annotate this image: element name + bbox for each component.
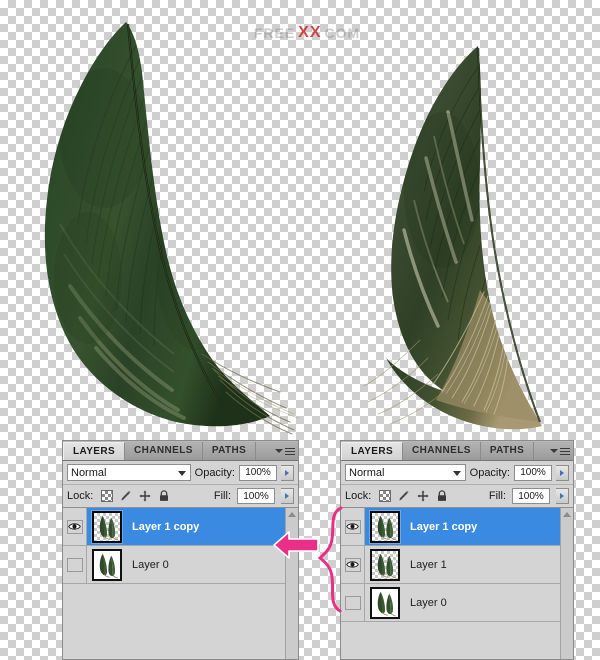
lock-transparency-icon[interactable] bbox=[379, 490, 392, 502]
lock-position-icon[interactable] bbox=[417, 490, 429, 502]
layer-thumbnail[interactable] bbox=[370, 510, 400, 543]
opacity-label: Opacity: bbox=[194, 466, 235, 479]
table-row[interactable]: Layer 0 bbox=[63, 546, 298, 584]
eye-icon[interactable] bbox=[66, 519, 83, 534]
lock-label: Lock: bbox=[345, 490, 372, 502]
layer-thumbnail[interactable] bbox=[92, 548, 122, 581]
watermark-right: COM bbox=[324, 25, 361, 41]
layer-name: Layer 1 bbox=[410, 558, 447, 571]
panel-tabbar[interactable]: LAYERS CHANNELS PATHS bbox=[341, 441, 573, 461]
lock-row[interactable]: Lock: Fill: 100% bbox=[341, 485, 573, 508]
blend-mode-row[interactable]: Normal Opacity: 100% bbox=[341, 461, 573, 485]
tab-layers[interactable]: LAYERS bbox=[63, 442, 126, 460]
layers-scrollbar[interactable] bbox=[560, 508, 573, 659]
layer-name: Layer 0 bbox=[132, 558, 169, 571]
tabbar-filler bbox=[256, 442, 272, 460]
blend-mode-select[interactable]: Normal bbox=[67, 464, 191, 481]
layer-thumbnail[interactable] bbox=[370, 548, 400, 581]
pink-left-arrow-icon bbox=[272, 528, 320, 562]
scroll-up-icon[interactable] bbox=[288, 512, 296, 517]
panel-menu-icon[interactable] bbox=[272, 442, 298, 460]
lock-label: Lock: bbox=[67, 490, 94, 502]
chevron-down-icon bbox=[452, 470, 461, 476]
chevron-down-icon bbox=[275, 449, 283, 453]
table-row[interactable]: Layer 1 bbox=[341, 546, 573, 584]
fill-slider-button[interactable] bbox=[281, 488, 294, 504]
panel-tabbar[interactable]: LAYERS CHANNELS PATHS bbox=[63, 441, 298, 461]
layer-thumbnail[interactable] bbox=[370, 586, 400, 619]
blend-mode-value: Normal bbox=[349, 466, 385, 479]
fill-input[interactable]: 100% bbox=[512, 488, 550, 504]
panel-menu-icon[interactable] bbox=[547, 442, 573, 460]
table-row[interactable]: Layer 1 copy bbox=[341, 508, 573, 546]
visibility-cell[interactable] bbox=[63, 508, 87, 545]
blend-mode-select[interactable]: Normal bbox=[345, 464, 466, 481]
hamburger-icon bbox=[285, 447, 295, 455]
visibility-cell[interactable] bbox=[63, 546, 87, 583]
lock-image-icon[interactable] bbox=[398, 490, 410, 502]
lock-all-icon[interactable] bbox=[436, 490, 448, 502]
tab-layers[interactable]: LAYERS bbox=[341, 442, 404, 460]
eye-icon-off[interactable] bbox=[66, 557, 83, 572]
layers-list-after[interactable]: Layer 1 copy Layer 1 Layer 0 bbox=[341, 508, 573, 659]
opacity-slider-button[interactable] bbox=[556, 464, 569, 481]
fill-input[interactable]: 100% bbox=[237, 488, 275, 504]
tab-channels[interactable]: CHANNELS bbox=[403, 442, 481, 460]
table-row[interactable]: Layer 0 bbox=[341, 584, 573, 622]
fill-slider-button[interactable] bbox=[556, 488, 569, 504]
tab-channels[interactable]: CHANNELS bbox=[125, 442, 203, 460]
fill-label: Fill: bbox=[213, 490, 231, 502]
lock-image-icon[interactable] bbox=[120, 490, 132, 502]
blend-mode-row[interactable]: Normal Opacity: 100% bbox=[63, 461, 298, 485]
lock-all-icon[interactable] bbox=[158, 490, 170, 502]
chevron-down-icon bbox=[550, 449, 558, 453]
scroll-up-icon[interactable] bbox=[563, 512, 571, 517]
chevron-down-icon bbox=[177, 470, 186, 476]
opacity-input[interactable]: 100% bbox=[239, 464, 277, 481]
tabbar-filler bbox=[534, 442, 547, 460]
opacity-label: Opacity: bbox=[469, 466, 510, 479]
feather-left-image bbox=[8, 18, 300, 438]
layers-list-before[interactable]: Layer 1 copy Layer 0 bbox=[63, 508, 298, 659]
opacity-input[interactable]: 100% bbox=[514, 464, 552, 481]
opacity-slider-button[interactable] bbox=[281, 464, 294, 481]
layer-name: Layer 1 copy bbox=[410, 520, 478, 533]
lock-row[interactable]: Lock: Fill: 100% bbox=[63, 485, 298, 508]
table-row[interactable]: Layer 1 copy bbox=[63, 508, 298, 546]
lock-position-icon[interactable] bbox=[139, 490, 151, 502]
feather-right-image bbox=[330, 40, 580, 440]
lock-transparency-icon[interactable] bbox=[101, 490, 114, 502]
layer-name: Layer 0 bbox=[410, 596, 447, 609]
blend-mode-value: Normal bbox=[71, 466, 107, 479]
tab-paths[interactable]: PATHS bbox=[480, 442, 535, 460]
fill-label: Fill: bbox=[488, 490, 506, 502]
layers-panel-before[interactable]: LAYERS CHANNELS PATHS Normal Opacity: 10… bbox=[62, 440, 299, 660]
pink-curly-brace-icon bbox=[317, 505, 348, 615]
layers-panel-after[interactable]: LAYERS CHANNELS PATHS Normal Opacity: 10… bbox=[340, 440, 574, 660]
hamburger-icon bbox=[560, 447, 570, 455]
tab-paths[interactable]: PATHS bbox=[202, 442, 257, 460]
layer-name: Layer 1 copy bbox=[132, 520, 200, 533]
layer-thumbnail[interactable] bbox=[92, 510, 122, 543]
